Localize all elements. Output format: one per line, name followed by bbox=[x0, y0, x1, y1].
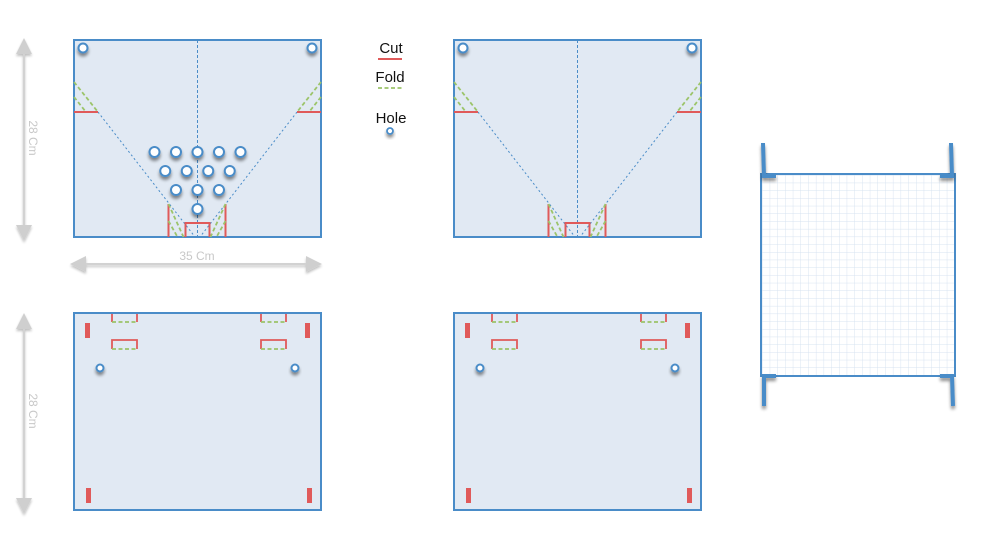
grid-net-panel bbox=[760, 142, 956, 407]
top-right-panel bbox=[453, 39, 702, 238]
slit-bottom-right bbox=[687, 488, 692, 503]
height-label-bottom: 28 Cm bbox=[26, 393, 40, 428]
panel-board bbox=[73, 312, 322, 511]
height-label-top: 28 Cm bbox=[26, 120, 40, 155]
corner-hole-left bbox=[77, 42, 89, 54]
peg-hole bbox=[159, 165, 172, 177]
slit-top-right bbox=[685, 323, 690, 338]
peg-hole bbox=[148, 146, 161, 158]
mount-hole-left bbox=[95, 363, 105, 373]
post-bottom-right bbox=[940, 374, 955, 407]
peg-hole bbox=[202, 165, 215, 177]
post-bottom-left bbox=[762, 374, 776, 406]
peg-hole bbox=[213, 184, 225, 196]
mount-hole-right bbox=[290, 363, 300, 373]
slit-bottom-left bbox=[86, 488, 91, 503]
legend: Cut Fold Hole bbox=[375, 40, 407, 135]
legend-hole-label: Hole bbox=[376, 110, 407, 127]
peg-hole bbox=[223, 165, 236, 177]
pattern-diagram: 28 Cm 35 Cm 28 Cm Cut Fold Hole bbox=[16, 38, 956, 514]
legend-cut-label: Cut bbox=[379, 40, 403, 57]
corner-hole-right bbox=[686, 42, 698, 54]
slit-top-right bbox=[305, 323, 310, 338]
top-left-panel bbox=[73, 39, 322, 238]
slit-top-left bbox=[85, 323, 90, 338]
peg-hole bbox=[234, 146, 247, 158]
bottom-right-panel bbox=[453, 312, 702, 511]
peg-hole bbox=[191, 184, 204, 196]
mount-hole-right bbox=[670, 363, 680, 373]
peg-hole bbox=[170, 184, 182, 196]
panel-board bbox=[453, 312, 702, 511]
peg-hole bbox=[180, 165, 193, 177]
bottom-left-panel bbox=[73, 312, 322, 511]
slit-bottom-left bbox=[466, 488, 471, 503]
corner-hole-left bbox=[457, 42, 469, 54]
slit-bottom-right bbox=[307, 488, 312, 503]
peg-hole bbox=[191, 146, 204, 158]
peg-hole bbox=[191, 203, 204, 215]
post-top-left bbox=[761, 142, 776, 178]
slit-top-left bbox=[465, 323, 470, 338]
peg-hole bbox=[213, 146, 225, 158]
width-label: 35 Cm bbox=[179, 249, 214, 263]
mount-hole-left bbox=[475, 363, 485, 373]
peg-hole bbox=[170, 146, 182, 158]
legend-fold-label: Fold bbox=[375, 69, 404, 86]
legend-hole-icon bbox=[386, 127, 394, 135]
post-top-right bbox=[940, 142, 955, 178]
corner-hole-right bbox=[306, 42, 318, 54]
